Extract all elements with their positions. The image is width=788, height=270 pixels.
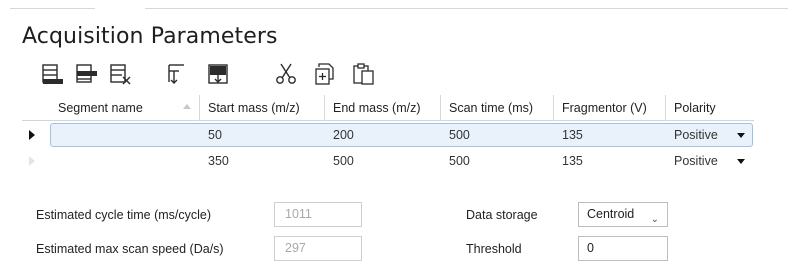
cell-fragmentor[interactable]: 135 [554,122,583,148]
cell-start-mass[interactable]: 350 [200,148,229,174]
polarity-value: Positive [674,154,718,168]
current-row-indicator-icon [29,130,35,140]
col-end-mass[interactable]: End mass (m/z) [325,95,441,121]
delete-segment-icon[interactable] [106,60,134,88]
cell-scan-time[interactable]: 500 [441,122,470,148]
sort-arrow-icon [183,104,191,109]
col-start-mass[interactable]: Start mass (m/z) [200,95,325,121]
cell-end-mass[interactable]: 500 [325,148,354,174]
scan-speed-label: Estimated max scan speed (Da/s) [36,242,224,256]
cell-scan-time[interactable]: 500 [441,148,470,174]
threshold-label: Threshold [466,242,522,256]
cell-segment-name[interactable] [50,122,200,148]
add-segment-icon[interactable] [72,60,100,88]
top-tab-gap [95,6,145,9]
row-indicator-icon [29,156,35,166]
data-storage-label: Data storage [466,208,538,222]
cell-start-mass[interactable]: 50 [200,122,222,148]
page-title: Acquisition Parameters [22,24,278,49]
cell-end-mass[interactable]: 200 [325,122,354,148]
cell-segment-name[interactable] [50,148,200,174]
paste-icon[interactable] [350,60,378,88]
threshold-input[interactable]: 0 [578,236,668,261]
cycle-time-field: 1011 [274,202,362,227]
import-icon[interactable] [162,60,190,88]
table-row[interactable]: 350 500 500 135 Positive [22,148,754,174]
col-scan-time[interactable]: Scan time (ms) [441,95,554,121]
save-icon[interactable] [204,60,232,88]
scan-speed-field: 297 [274,236,362,261]
col-segment-name[interactable]: Segment name [50,95,200,121]
table-header: Segment name Start mass (m/z) End mass (… [22,95,754,121]
col-polarity[interactable]: Polarity [666,95,754,121]
copy-icon[interactable] [312,60,340,88]
cut-icon[interactable] [272,60,300,88]
col-segment-name-label: Segment name [58,101,143,115]
col-fragmentor[interactable]: Fragmentor (V) [554,95,666,121]
polarity-value: Positive [674,128,718,142]
table-row[interactable]: 50 200 500 135 Positive [22,122,754,148]
toolbar [38,60,438,90]
data-storage-select[interactable]: Centroid ⌄ [578,202,668,227]
insert-segment-icon[interactable] [38,60,66,88]
cycle-time-label: Estimated cycle time (ms/cycle) [36,208,212,222]
dropdown-arrow-icon[interactable] [737,133,745,138]
data-storage-value: Centroid [587,207,635,221]
dropdown-arrow-icon[interactable] [737,159,745,164]
chevron-down-icon: ⌄ [650,214,659,225]
cell-fragmentor[interactable]: 135 [554,148,583,174]
